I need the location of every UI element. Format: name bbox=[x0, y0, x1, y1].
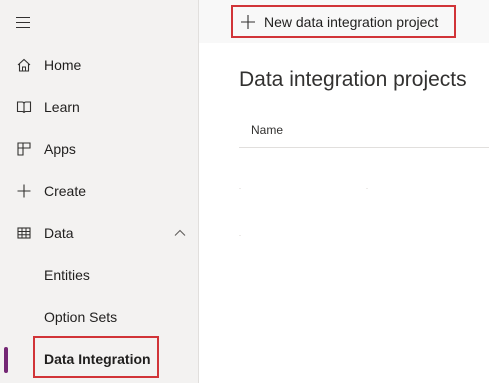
sidebar-item-label: Data bbox=[44, 225, 74, 241]
column-header-name[interactable]: Name bbox=[251, 123, 283, 137]
divider bbox=[239, 188, 241, 189]
sidebar-item-entities[interactable]: Entities bbox=[0, 255, 198, 295]
chevron-up-icon[interactable] bbox=[174, 226, 186, 242]
page-title: Data integration projects bbox=[239, 68, 467, 91]
sidebar-item-label: Home bbox=[44, 57, 82, 73]
hamburger-icon[interactable] bbox=[16, 17, 30, 28]
book-icon bbox=[16, 99, 32, 115]
home-icon bbox=[16, 57, 32, 73]
highlight-box bbox=[33, 336, 159, 378]
divider bbox=[366, 188, 368, 189]
sidebar-item-learn[interactable]: Learn bbox=[0, 87, 198, 127]
sidebar-item-label: Create bbox=[44, 183, 87, 199]
sidebar-item-apps[interactable]: Apps bbox=[0, 129, 198, 169]
sidebar-item-create[interactable]: Create bbox=[0, 171, 198, 211]
sidebar-item-home[interactable]: Home bbox=[0, 45, 198, 85]
apps-icon bbox=[16, 141, 32, 157]
table-header: Name bbox=[239, 112, 489, 148]
sidebar-item-option-sets[interactable]: Option Sets bbox=[0, 297, 198, 337]
table-icon bbox=[16, 225, 32, 241]
sidebar-item-label: Apps bbox=[44, 141, 76, 157]
sidebar-item-label: Option Sets bbox=[44, 309, 118, 325]
highlight-box bbox=[231, 5, 456, 38]
sidebar: Home Learn Apps Create Data Entities Opt… bbox=[0, 0, 199, 383]
plus-icon bbox=[16, 183, 32, 199]
sidebar-item-data[interactable]: Data bbox=[0, 213, 198, 253]
divider bbox=[239, 235, 241, 236]
sidebar-item-label: Learn bbox=[44, 99, 80, 115]
sidebar-item-label: Entities bbox=[44, 267, 90, 283]
